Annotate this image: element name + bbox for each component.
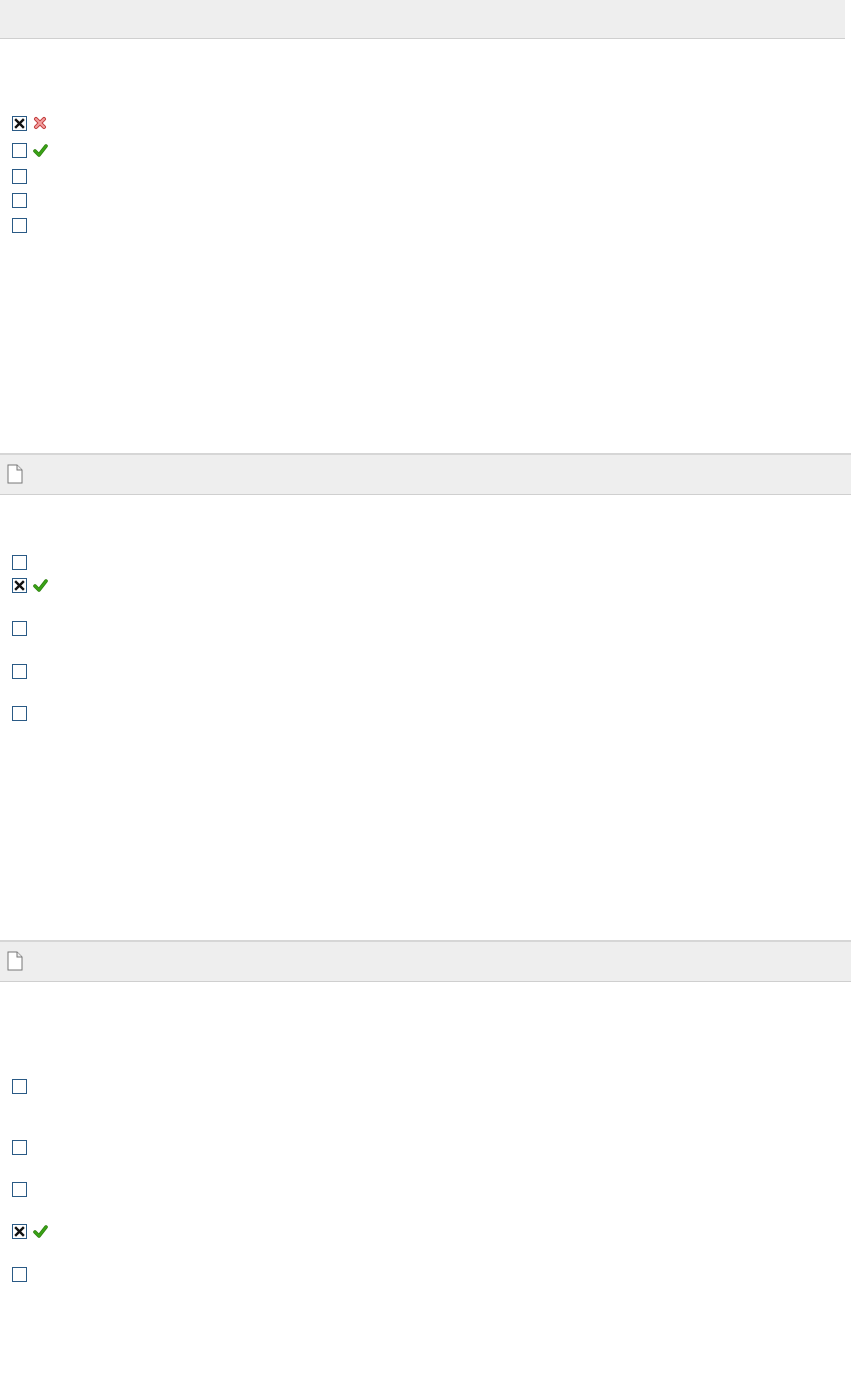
answer-option: [12, 1077, 27, 1095]
answer-option: [12, 114, 47, 132]
document-icon: [6, 951, 24, 974]
answer-option: [12, 619, 27, 637]
answer-checkbox-checked[interactable]: [12, 1223, 27, 1239]
answer-checkbox-checked[interactable]: [12, 577, 27, 593]
answer-checkbox[interactable]: [12, 168, 27, 184]
answer-option: [12, 1180, 27, 1198]
answer-checkbox[interactable]: [12, 1078, 27, 1094]
answer-checkbox[interactable]: [12, 705, 27, 721]
correct-check-icon: [33, 143, 48, 157]
answer-checkbox[interactable]: [12, 142, 27, 158]
correct-check-icon: [33, 1224, 48, 1238]
answer-option: [12, 191, 27, 209]
correct-check-icon: [33, 578, 48, 592]
answer-checkbox[interactable]: [12, 620, 27, 636]
answer-checkbox[interactable]: [12, 1139, 27, 1155]
question-3-header: [0, 940, 851, 982]
answer-option: [12, 1222, 48, 1240]
answer-checkbox[interactable]: [12, 192, 27, 208]
answer-option: [12, 1265, 27, 1283]
answer-option: [12, 704, 27, 722]
document-icon: [6, 464, 24, 487]
incorrect-cross-icon: [33, 116, 47, 130]
answer-option: [12, 216, 27, 234]
answer-checkbox[interactable]: [12, 1181, 27, 1197]
question-2-header: [0, 453, 851, 495]
answer-option: [12, 1138, 27, 1156]
answer-checkbox[interactable]: [12, 217, 27, 233]
answer-option: [12, 141, 48, 159]
answer-checkbox[interactable]: [12, 554, 27, 570]
answer-option: [12, 167, 27, 185]
answer-checkbox[interactable]: [12, 663, 27, 679]
answer-checkbox[interactable]: [12, 1266, 27, 1282]
answer-option: [12, 553, 27, 571]
answer-option: [12, 576, 48, 594]
answer-checkbox-checked[interactable]: [12, 115, 27, 131]
top-toolbar: [0, 0, 845, 39]
answer-option: [12, 662, 27, 680]
